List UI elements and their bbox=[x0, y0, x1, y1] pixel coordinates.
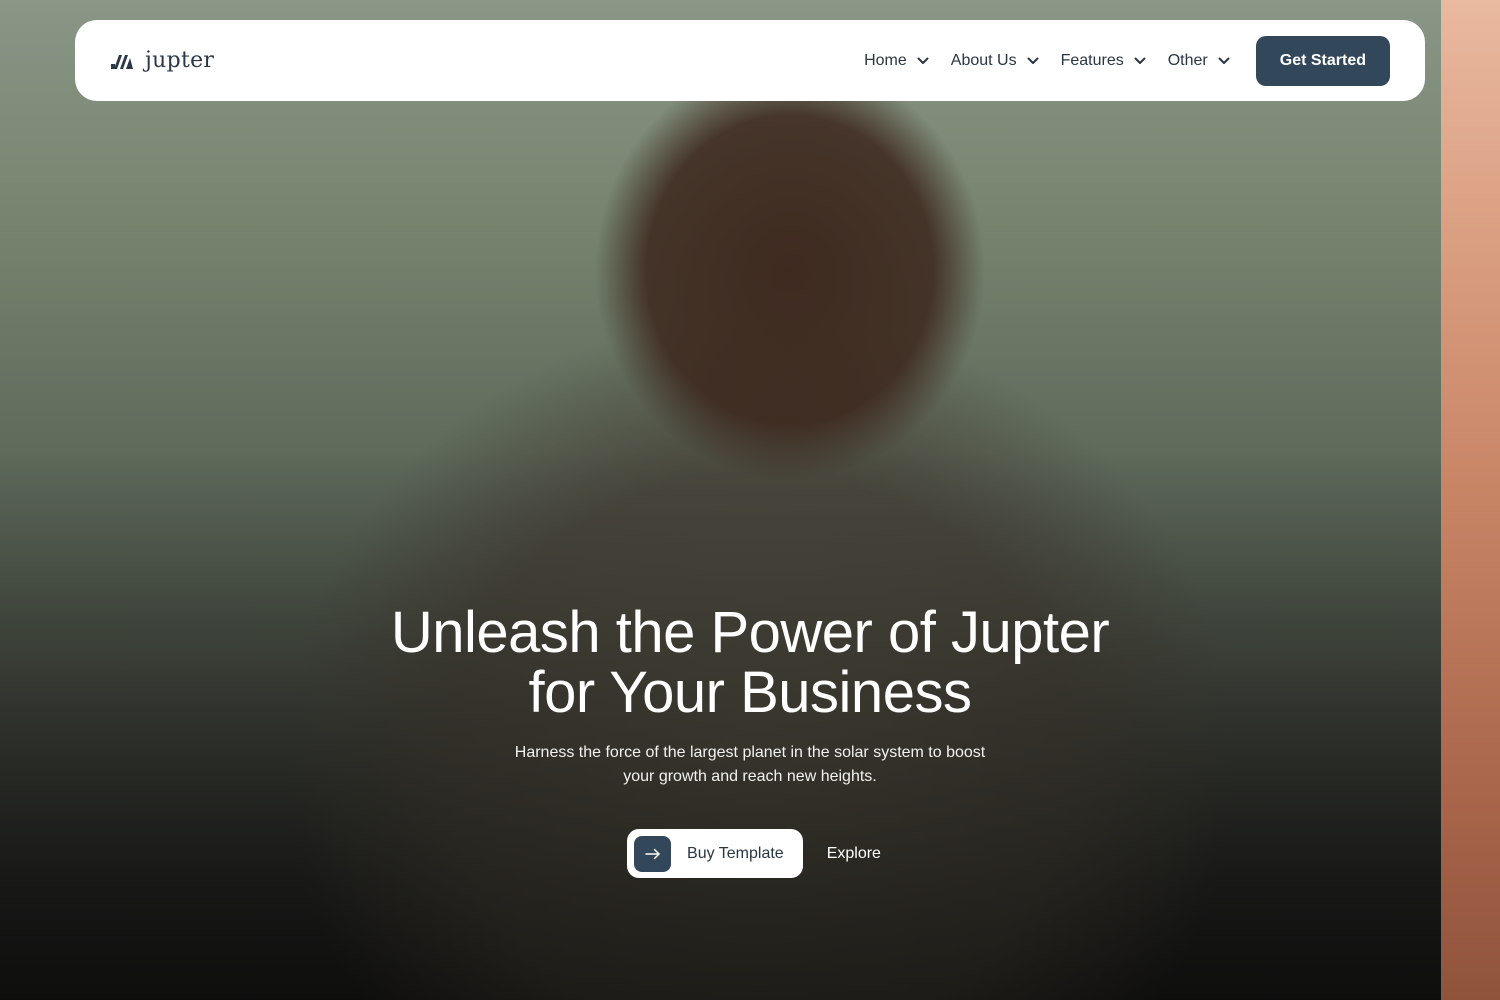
get-started-button[interactable]: Get Started bbox=[1255, 35, 1390, 86]
chevron-down-icon bbox=[1134, 57, 1146, 64]
chevron-down-icon bbox=[1027, 57, 1039, 64]
hero-actions: Buy Template Explore bbox=[0, 829, 1500, 878]
nav-item-label: Other bbox=[1167, 51, 1208, 69]
hero-subtitle: Harness the force of the largest planet … bbox=[514, 744, 986, 785]
nav-item-label: Features bbox=[1060, 51, 1124, 69]
brand-name: jupter bbox=[145, 48, 215, 73]
nav-item-about-us[interactable]: About Us bbox=[951, 52, 1039, 70]
buy-template-label: Buy Template bbox=[687, 844, 784, 862]
nav-item-other[interactable]: Other bbox=[1168, 52, 1230, 70]
nav-item-features[interactable]: Features bbox=[1061, 52, 1146, 70]
hero-content: Unleash the Power of Jupter for Your Bus… bbox=[0, 603, 1500, 878]
nav-item-label: About Us bbox=[950, 51, 1017, 69]
hero-title: Unleash the Power of Jupter for Your Bus… bbox=[340, 603, 1160, 723]
explore-link[interactable]: Explore bbox=[827, 845, 881, 863]
arrow-right-icon bbox=[644, 848, 660, 859]
chevron-down-icon bbox=[1218, 57, 1230, 64]
chevron-down-icon bbox=[917, 57, 929, 64]
buy-template-button[interactable]: Buy Template bbox=[627, 829, 803, 878]
page: jupter Home About Us Features Other Get … bbox=[0, 0, 1500, 1000]
main-nav: Home About Us Features Other bbox=[864, 52, 1230, 70]
brand[interactable]: jupter bbox=[111, 48, 214, 73]
buy-icon-box bbox=[634, 835, 672, 872]
nav-item-home[interactable]: Home bbox=[864, 52, 929, 70]
hero-title-line-1: Unleash the Power of Jupter bbox=[390, 600, 1110, 665]
nav-item-label: Home bbox=[864, 51, 907, 69]
brand-logo-icon bbox=[111, 54, 133, 69]
hero-title-line-2: for Your Business bbox=[528, 660, 972, 725]
navbar: jupter Home About Us Features Other Get … bbox=[75, 20, 1425, 101]
